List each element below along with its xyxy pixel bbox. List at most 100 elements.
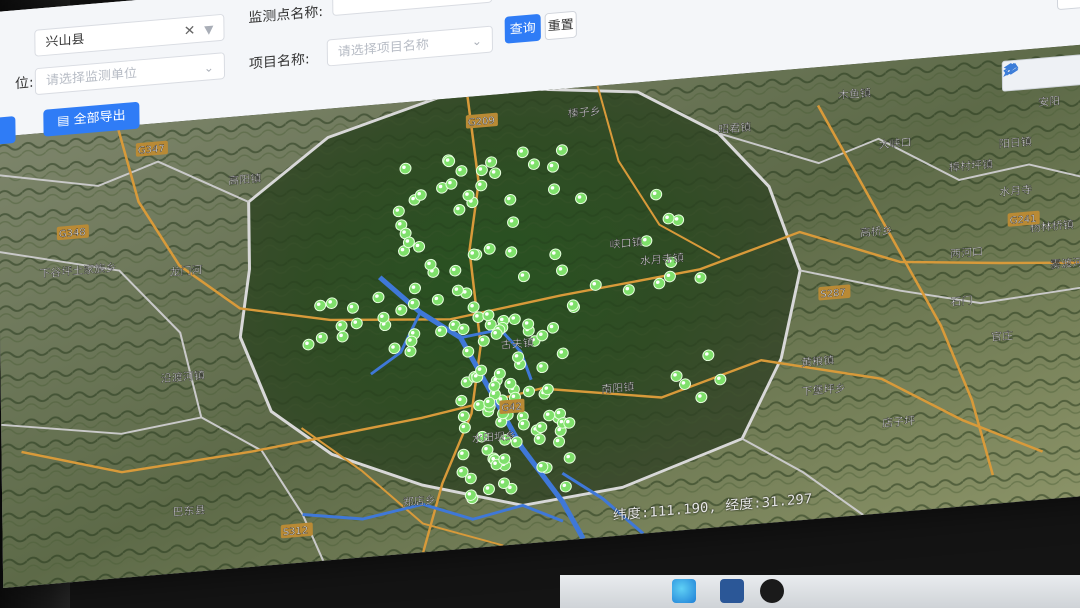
- chevron-down-icon[interactable]: ⌄: [204, 54, 214, 82]
- list-view-button[interactable]: [1056, 0, 1080, 11]
- monitor-marker[interactable]: [566, 299, 579, 311]
- project-select[interactable]: 请选择项目名称 ⌄: [326, 25, 494, 67]
- monitor-marker[interactable]: [670, 370, 683, 382]
- monitor-marker[interactable]: [536, 329, 549, 342]
- monitor-marker[interactable]: [314, 299, 327, 312]
- monitor-marker[interactable]: [475, 364, 488, 377]
- monitor-marker[interactable]: [404, 345, 417, 358]
- monitor-marker[interactable]: [457, 448, 470, 461]
- monitor-marker[interactable]: [563, 417, 576, 429]
- monitor-marker[interactable]: [556, 347, 569, 360]
- monitor-marker[interactable]: [346, 302, 359, 314]
- satellite-map[interactable]: 昭君镇水月寺镇峡口镇高桥乡古夫镇南阳镇黄粮镇榛子乡高阳镇龙门河下谷坪土家族乡巴东…: [0, 41, 1080, 588]
- monitor-marker[interactable]: [553, 436, 566, 448]
- monitor-marker[interactable]: [622, 284, 635, 296]
- monitor-marker[interactable]: [536, 361, 549, 374]
- monitor-marker[interactable]: [543, 409, 556, 422]
- monitor-marker[interactable]: [377, 311, 390, 324]
- monitor-marker[interactable]: [408, 282, 421, 295]
- monitor-marker[interactable]: [653, 277, 666, 290]
- monitor-marker[interactable]: [504, 194, 517, 206]
- monitor-marker[interactable]: [589, 279, 602, 291]
- monitor-marker[interactable]: [443, 155, 456, 168]
- reset-button[interactable]: 重置: [544, 10, 577, 41]
- monitor-marker[interactable]: [541, 383, 554, 396]
- monitor-marker[interactable]: [462, 346, 475, 358]
- monitor-marker[interactable]: [388, 342, 401, 355]
- edge-button[interactable]: [0, 116, 16, 145]
- monitor-marker[interactable]: [523, 385, 536, 398]
- monitor-marker[interactable]: [702, 349, 715, 362]
- monitor-marker[interactable]: [556, 264, 569, 277]
- monitor-marker[interactable]: [467, 301, 480, 313]
- monitor-marker[interactable]: [694, 272, 707, 284]
- monitor-marker[interactable]: [536, 461, 549, 473]
- monitor-marker[interactable]: [483, 396, 496, 409]
- monitor-marker[interactable]: [457, 323, 470, 336]
- monitor-marker[interactable]: [407, 298, 420, 310]
- monitor-marker[interactable]: [372, 291, 385, 304]
- word-icon[interactable]: [720, 579, 744, 603]
- monitor-marker[interactable]: [714, 373, 727, 386]
- monitor-marker[interactable]: [547, 322, 560, 334]
- monitor-marker[interactable]: [563, 452, 576, 464]
- monitor-marker[interactable]: [650, 188, 663, 201]
- monitor-marker[interactable]: [549, 248, 562, 261]
- monitor-marker[interactable]: [405, 335, 418, 348]
- clear-icon[interactable]: ✕: [184, 17, 196, 45]
- monitor-marker[interactable]: [482, 483, 495, 496]
- monitor-marker[interactable]: [392, 205, 405, 218]
- monitor-marker[interactable]: [315, 332, 328, 344]
- monitor-marker[interactable]: [458, 421, 471, 434]
- monitor-marker[interactable]: [535, 421, 548, 434]
- monitor-marker[interactable]: [475, 179, 488, 192]
- monitor-marker[interactable]: [472, 311, 485, 323]
- monitor-marker[interactable]: [483, 243, 496, 255]
- monitor-marker[interactable]: [678, 378, 691, 390]
- monitor-point-input[interactable]: [332, 0, 493, 17]
- monitor-marker[interactable]: [335, 320, 348, 332]
- monitor-marker[interactable]: [512, 351, 525, 363]
- monitor-marker[interactable]: [336, 330, 349, 343]
- monitor-marker[interactable]: [456, 466, 469, 478]
- monitor-marker[interactable]: [548, 183, 561, 195]
- monitor-marker[interactable]: [455, 165, 468, 177]
- monitor-marker[interactable]: [445, 178, 458, 190]
- monitor-marker[interactable]: [527, 158, 540, 170]
- monitor-marker[interactable]: [489, 167, 502, 179]
- monitor-marker[interactable]: [517, 418, 530, 431]
- monitor-marker[interactable]: [467, 248, 480, 261]
- monitor-marker[interactable]: [663, 270, 676, 283]
- monitor-marker[interactable]: [482, 309, 495, 322]
- monitor-marker[interactable]: [517, 270, 530, 283]
- monitor-marker[interactable]: [302, 338, 315, 351]
- map-view[interactable]: 昭君镇 水月寺镇 峡口镇 高桥乡 古夫镇 南阳镇 黄粮镇 榛子乡 高阳镇 龙门河 下谷坪土家族乡 巴东…: [0, 41, 1080, 589]
- unit-select[interactable]: 请选择监测单位 ⌄: [34, 52, 226, 96]
- monitor-marker[interactable]: [575, 192, 588, 205]
- monitor-marker[interactable]: [414, 189, 427, 201]
- monitor-marker[interactable]: [695, 391, 708, 404]
- monitor-marker[interactable]: [477, 335, 490, 347]
- monitor-marker[interactable]: [507, 216, 520, 228]
- county-select[interactable]: 兴山县 ✕ ▼: [34, 13, 225, 57]
- monitor-marker[interactable]: [516, 146, 529, 159]
- monitor-marker[interactable]: [488, 380, 501, 392]
- monitor-marker[interactable]: [533, 433, 546, 445]
- monitor-marker[interactable]: [508, 313, 521, 326]
- monitor-marker[interactable]: [455, 394, 468, 407]
- measure-icon[interactable]: [1003, 61, 1019, 78]
- monitor-marker[interactable]: [435, 325, 448, 338]
- monitor-marker[interactable]: [559, 480, 572, 493]
- monitor-marker[interactable]: [457, 410, 470, 423]
- monitor-marker[interactable]: [399, 162, 412, 175]
- chevron-down-icon[interactable]: ⌄: [472, 27, 482, 55]
- monitor-marker[interactable]: [453, 204, 466, 216]
- monitor-marker[interactable]: [350, 317, 363, 330]
- monitor-marker[interactable]: [325, 297, 338, 309]
- monitor-marker[interactable]: [402, 236, 415, 249]
- monitor-marker[interactable]: [424, 258, 437, 271]
- monitor-marker[interactable]: [431, 293, 444, 306]
- chevron-down-icon[interactable]: ▼: [204, 16, 214, 44]
- query-button[interactable]: 查询: [504, 13, 541, 44]
- monitor-marker[interactable]: [547, 161, 560, 173]
